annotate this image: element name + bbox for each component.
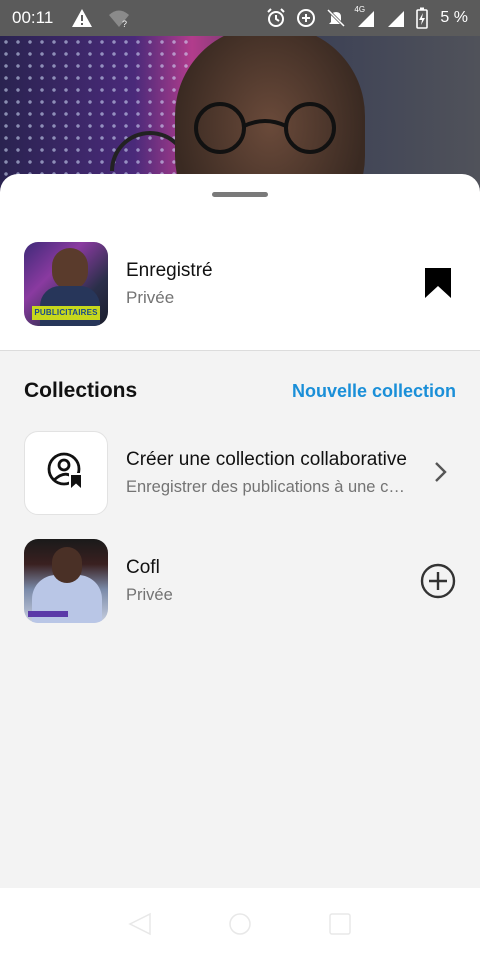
- collab-icon-box: [24, 431, 108, 515]
- alert-icon: [71, 8, 93, 28]
- saved-title: Enregistré: [126, 260, 213, 281]
- collab-subtitle: Enregistrer des publications à une colle…: [126, 478, 411, 496]
- collab-title: Créer une collection collaborative: [126, 449, 407, 470]
- wifi-question-icon: ?: [107, 8, 131, 28]
- status-time: 00:11: [12, 8, 54, 27]
- bell-off-icon: [326, 8, 346, 28]
- cofl-thumbnail: [24, 539, 108, 623]
- bookmark-filled-icon[interactable]: [424, 267, 452, 299]
- sheet-drag-handle[interactable]: [212, 192, 268, 197]
- battery-charging-icon: [416, 7, 429, 29]
- thumbnail-banner: PUBLICITAIRES: [32, 306, 100, 320]
- thumbnail-person: [52, 547, 82, 583]
- collections-heading: Collections: [24, 379, 138, 402]
- home-icon[interactable]: [220, 904, 260, 944]
- signal-icon: 4G: [354, 5, 376, 28]
- collab-user-bookmark-icon: [47, 452, 85, 495]
- thumbnail-strip: [28, 611, 68, 617]
- background-video: [0, 36, 480, 196]
- thumbnail-person: [52, 248, 88, 290]
- battery-percent: 5 %: [440, 9, 468, 26]
- saved-thumbnail: PUBLICITAIRES: [24, 242, 108, 326]
- collab-collection-row[interactable]: Créer une collection collaborative Enreg…: [24, 431, 456, 515]
- cofl-title: Cofl: [126, 557, 160, 578]
- data-saver-icon: [296, 8, 316, 28]
- plus-circle-icon[interactable]: [420, 563, 456, 604]
- cofl-privacy: Privée: [126, 586, 173, 604]
- back-icon[interactable]: [120, 904, 160, 944]
- background-glasses: [194, 102, 336, 154]
- chevron-right-icon: [434, 461, 448, 488]
- saved-collection-row[interactable]: PUBLICITAIRES Enregistré Privée: [24, 241, 456, 327]
- system-nav-bar: [0, 888, 480, 960]
- collection-row-cofl[interactable]: Cofl Privée: [24, 539, 456, 623]
- saved-privacy: Privée: [126, 288, 175, 307]
- network-type-label: 4G: [354, 5, 366, 14]
- save-sheet: PUBLICITAIRES Enregistré Privée Collecti…: [0, 174, 480, 888]
- alarm-icon: [266, 8, 286, 28]
- status-bar: 00:11 ? 4G 5 %: [0, 0, 480, 36]
- signal-icon: [386, 8, 406, 28]
- background-led-wall: [0, 36, 190, 196]
- collections-section: Collections Nouvelle collection Créer un…: [0, 351, 480, 888]
- svg-text:?: ?: [122, 19, 127, 28]
- recents-icon[interactable]: [320, 904, 360, 944]
- new-collection-button[interactable]: Nouvelle collection: [292, 381, 456, 402]
